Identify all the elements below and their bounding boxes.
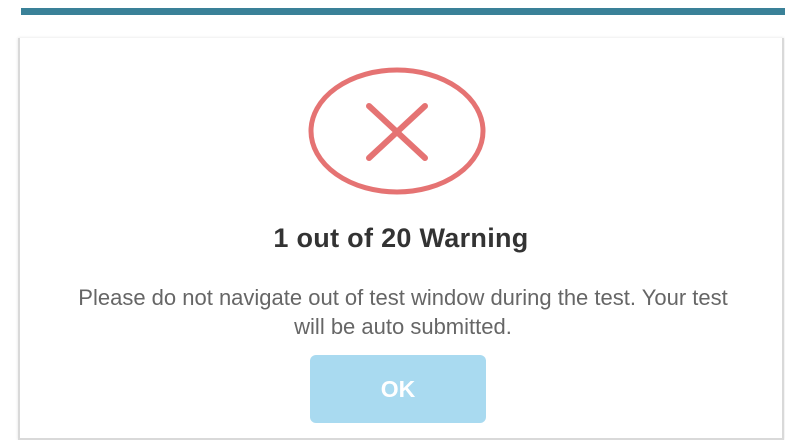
page: 1 out of 20 Warning Please do not naviga… xyxy=(0,0,785,440)
dialog-message: Please do not navigate out of test windo… xyxy=(78,285,728,339)
dialog-title: 1 out of 20 Warning xyxy=(273,223,529,253)
ok-button[interactable]: OK xyxy=(310,355,486,423)
top-accent-bar xyxy=(21,8,785,15)
warning-dialog: 1 out of 20 Warning Please do not naviga… xyxy=(18,38,784,440)
error-x-circle-icon xyxy=(308,67,486,195)
